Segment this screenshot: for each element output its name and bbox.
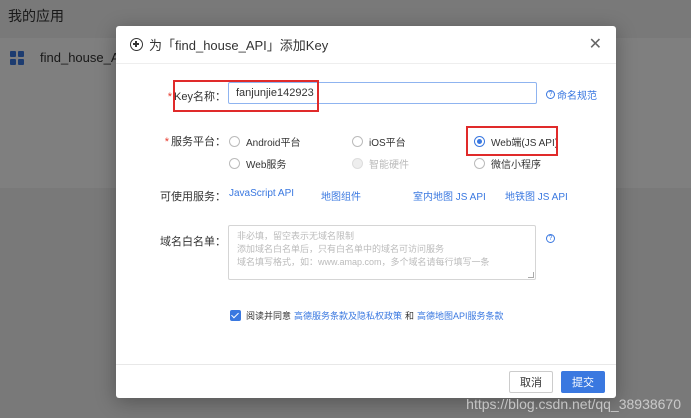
placeholder-line: 域名填写格式，如：www.amap.com，多个域名请每行填写一条 — [237, 257, 490, 267]
radio-circle — [474, 158, 485, 169]
radio-circle — [352, 136, 363, 147]
radio-circle — [229, 158, 240, 169]
close-icon[interactable]: ✕ — [589, 36, 602, 53]
placeholder-line: 非必填，留空表示无域名限制 — [237, 231, 355, 241]
domain-whitelist-label: 域名白名单： — [160, 236, 226, 248]
radio-android[interactable]: Android平台 — [229, 134, 300, 149]
submit-button[interactable]: 提交 — [561, 371, 605, 393]
naming-rule-link[interactable]: ? 命名规范 — [546, 87, 597, 102]
placeholder-line: 添加域名白名单后，只有白名单中的域名可访问服务 — [237, 244, 445, 254]
agreement-row: 阅读并同意 高德服务条款及隐私权政策 和 高德地图API服务条款 — [230, 309, 507, 322]
key-name-label: * Key名称： — [167, 91, 226, 103]
resize-handle-icon[interactable] — [528, 272, 534, 278]
radio-circle — [352, 158, 363, 169]
service-link-subway-map[interactable]: 地铁图 JS API — [505, 188, 568, 203]
radio-web-service[interactable]: Web服务 — [229, 156, 286, 171]
add-circle-icon — [130, 38, 143, 51]
radio-wechat-miniprogram[interactable]: 微信小程序 — [474, 156, 541, 171]
domain-whitelist-textarea[interactable]: 非必填，留空表示无域名限制 添加域名白名单后，只有白名单中的域名可访问服务 域名… — [228, 225, 536, 280]
service-platform-label: * 服务平台： — [164, 136, 226, 148]
service-link-map-component[interactable]: 地图组件 — [321, 188, 361, 203]
key-name-input[interactable] — [228, 82, 537, 104]
radio-circle-checked — [474, 136, 485, 147]
dialog-header: 为「find_house_API」添加Key ✕ — [116, 26, 616, 64]
question-icon: ? — [546, 90, 555, 99]
radio-web-js-api[interactable]: Web端(JS API) — [474, 134, 558, 149]
cancel-button[interactable]: 取消 — [509, 371, 553, 393]
dialog-footer: 取消 提交 — [116, 364, 616, 398]
agreement-checkbox[interactable] — [230, 310, 241, 321]
available-services-label: 可使用服务： — [160, 191, 226, 203]
radio-circle — [229, 136, 240, 147]
question-icon[interactable]: ? — [546, 234, 555, 243]
api-terms-link[interactable]: 高德地图API服务条款 — [417, 309, 504, 322]
terms-privacy-link[interactable]: 高德服务条款及隐私权政策 — [294, 309, 402, 322]
watermark: https://blog.csdn.net/qq_38938670 — [466, 396, 681, 412]
service-link-javascript-api[interactable]: JavaScript API — [229, 188, 294, 199]
dialog-title: 为「find_house_API」添加Key — [149, 38, 329, 53]
add-key-dialog: 为「find_house_API」添加Key ✕ *Key名称： ? 命名规范 … — [116, 26, 616, 398]
radio-smart-hardware: 智能硬件 — [352, 156, 409, 171]
radio-ios[interactable]: iOS平台 — [352, 134, 406, 149]
service-link-indoor-map[interactable]: 室内地图 JS API — [413, 188, 486, 203]
